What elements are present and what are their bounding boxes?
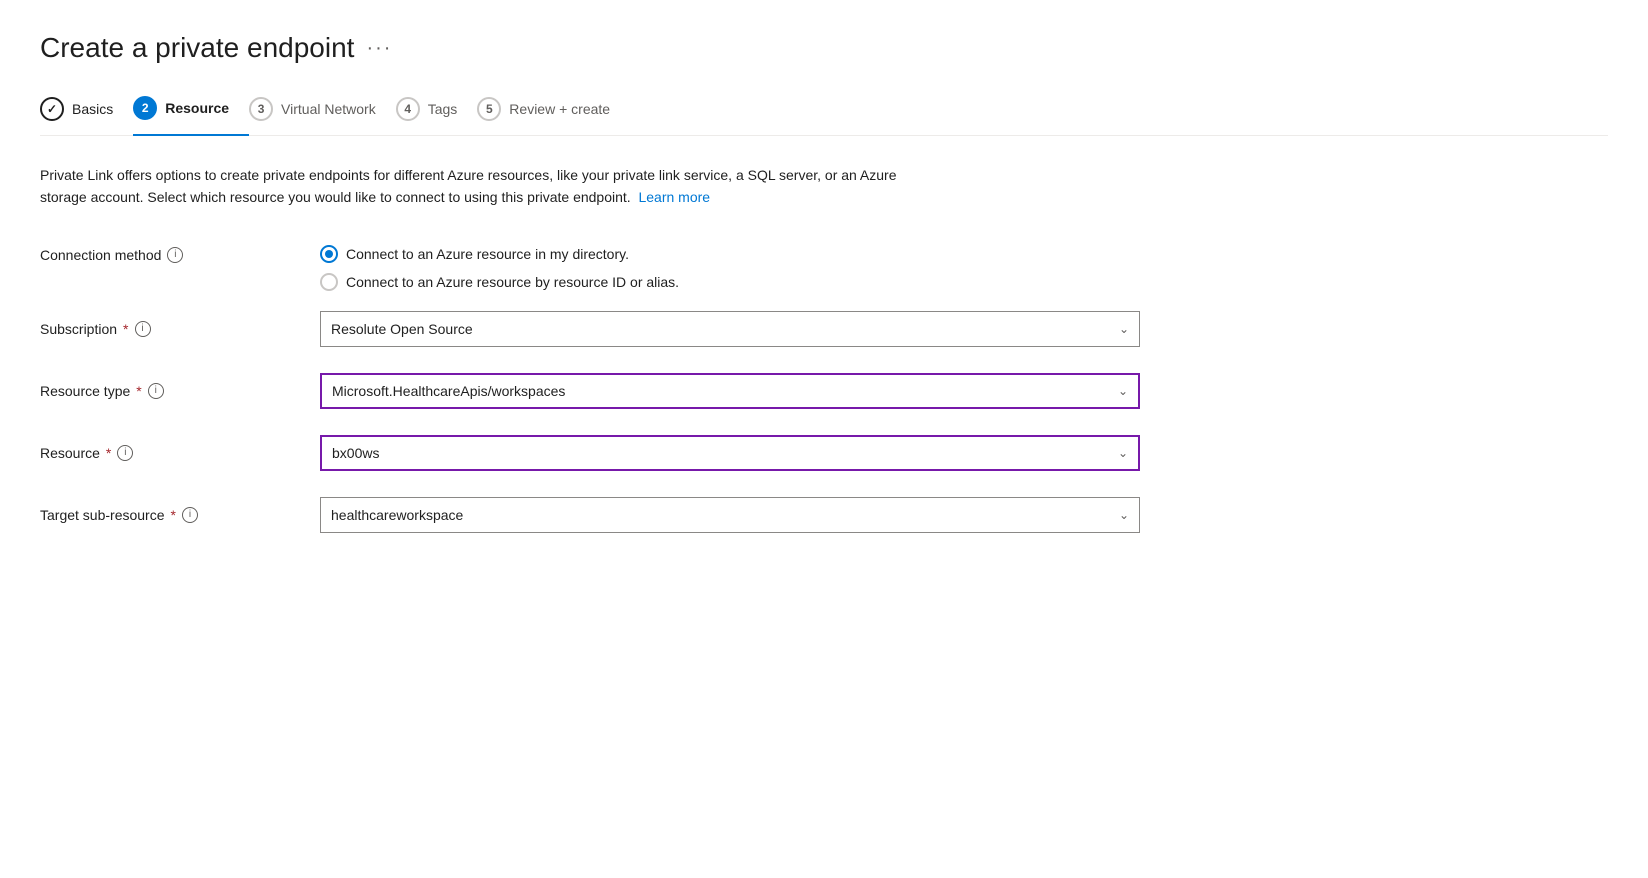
resource-select[interactable]: bx00ws ⌄: [320, 435, 1140, 471]
step-virtual-network[interactable]: 3 Virtual Network: [249, 97, 396, 135]
target-sub-resource-value: healthcareworkspace: [331, 507, 463, 523]
radio-option-resource-id[interactable]: Connect to an Azure resource by resource…: [320, 273, 1140, 291]
step-virtual-network-number: 3: [258, 102, 265, 116]
target-sub-resource-chevron-icon: ⌄: [1119, 508, 1129, 522]
step-review-create-label: Review + create: [509, 101, 610, 117]
radio-label-directory: Connect to an Azure resource in my direc…: [346, 246, 629, 262]
page-title: Create a private endpoint: [40, 32, 354, 64]
step-resource-label: Resource: [165, 100, 229, 116]
target-sub-resource-row: Target sub-resource * i healthcareworksp…: [40, 497, 1140, 539]
radio-input-resource-id[interactable]: [320, 273, 338, 291]
resource-select-wrapper: bx00ws ⌄: [320, 435, 1140, 471]
step-review-create-number: 5: [486, 102, 493, 116]
step-basics[interactable]: ✓ Basics: [40, 97, 133, 135]
description-text: Private Link offers options to create pr…: [40, 164, 900, 209]
resource-type-required-star: *: [136, 383, 141, 399]
subscription-required-star: *: [123, 321, 128, 337]
target-sub-resource-select-wrapper: healthcareworkspace ⌄: [320, 497, 1140, 533]
resource-type-select[interactable]: Microsoft.HealthcareApis/workspaces ⌄: [320, 373, 1140, 409]
radio-option-directory[interactable]: Connect to an Azure resource in my direc…: [320, 245, 1140, 263]
step-virtual-network-label: Virtual Network: [281, 101, 376, 117]
subscription-row: Subscription * i Resolute Open Source ⌄: [40, 311, 1140, 353]
step-virtual-network-circle: 3: [249, 97, 273, 121]
resource-form: Connection method i Connect to an Azure …: [40, 237, 1140, 539]
step-tags-label: Tags: [428, 101, 458, 117]
step-basics-label: Basics: [72, 101, 113, 117]
resource-row: Resource * i bx00ws ⌄: [40, 435, 1140, 477]
subscription-value: Resolute Open Source: [331, 321, 473, 337]
description-body: Private Link offers options to create pr…: [40, 167, 897, 205]
wizard-steps: ✓ Basics 2 Resource 3 Virtual Network 4 …: [40, 96, 1608, 136]
step-basics-check-icon: ✓: [47, 102, 57, 116]
step-basics-circle: ✓: [40, 97, 64, 121]
step-resource-number: 2: [142, 101, 149, 115]
resource-type-select-wrapper: Microsoft.HealthcareApis/workspaces ⌄: [320, 373, 1140, 409]
target-sub-resource-required-star: *: [171, 507, 176, 523]
resource-label: Resource: [40, 445, 100, 461]
radio-input-directory[interactable]: [320, 245, 338, 263]
step-tags-number: 4: [404, 102, 411, 116]
learn-more-link[interactable]: Learn more: [638, 189, 710, 205]
subscription-select-wrapper: Resolute Open Source ⌄: [320, 311, 1140, 347]
step-tags[interactable]: 4 Tags: [396, 97, 478, 135]
step-tags-circle: 4: [396, 97, 420, 121]
connection-method-info-icon[interactable]: i: [167, 247, 183, 263]
resource-type-row: Resource type * i Microsoft.HealthcareAp…: [40, 373, 1140, 415]
target-sub-resource-select[interactable]: healthcareworkspace ⌄: [320, 497, 1140, 533]
connection-method-radio-group: Connect to an Azure resource in my direc…: [320, 237, 1140, 291]
target-sub-resource-label: Target sub-resource: [40, 507, 165, 523]
subscription-label: Subscription: [40, 321, 117, 337]
resource-value: bx00ws: [332, 445, 379, 461]
resource-type-info-icon[interactable]: i: [148, 383, 164, 399]
target-sub-resource-info-icon[interactable]: i: [182, 507, 198, 523]
step-review-create-circle: 5: [477, 97, 501, 121]
subscription-chevron-icon: ⌄: [1119, 322, 1129, 336]
resource-type-label: Resource type: [40, 383, 130, 399]
radio-label-resource-id: Connect to an Azure resource by resource…: [346, 274, 679, 290]
resource-type-value: Microsoft.HealthcareApis/workspaces: [332, 383, 565, 399]
connection-method-row: Connection method i Connect to an Azure …: [40, 237, 1140, 291]
subscription-select[interactable]: Resolute Open Source ⌄: [320, 311, 1140, 347]
resource-type-chevron-icon: ⌄: [1118, 384, 1128, 398]
resource-chevron-icon: ⌄: [1118, 446, 1128, 460]
subscription-info-icon[interactable]: i: [135, 321, 151, 337]
ellipsis-menu-button[interactable]: ···: [366, 37, 392, 60]
step-resource[interactable]: 2 Resource: [133, 96, 249, 136]
resource-info-icon[interactable]: i: [117, 445, 133, 461]
resource-required-star: *: [106, 445, 111, 461]
connection-method-label: Connection method: [40, 247, 161, 263]
step-resource-circle: 2: [133, 96, 157, 120]
step-review-create[interactable]: 5 Review + create: [477, 97, 630, 135]
